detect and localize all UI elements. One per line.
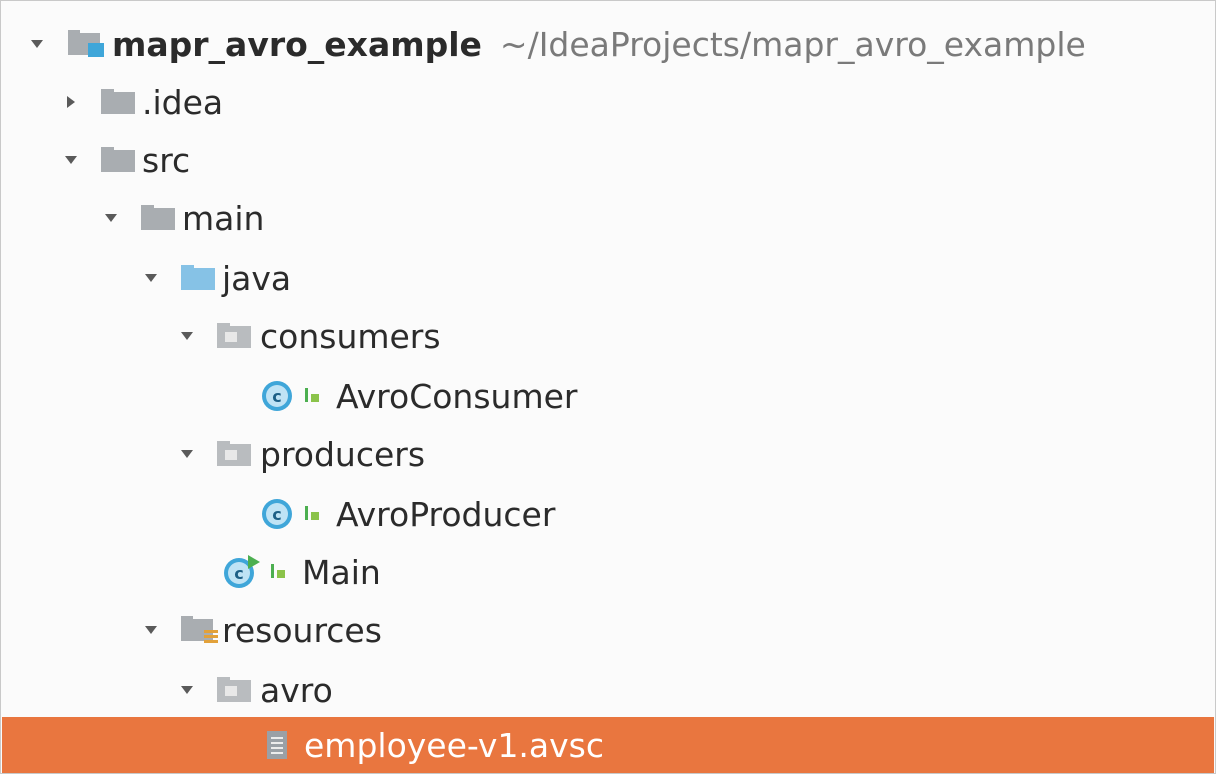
tree-item-label: consumers — [260, 316, 441, 356]
triangle-down-icon[interactable] — [176, 325, 198, 347]
runnable-class-icon: c — [222, 554, 262, 590]
tree-row-employee-avsc[interactable]: employee-v1.avsc — [2, 717, 1214, 773]
tree-item-label: employee-v1.avsc — [304, 725, 605, 765]
tree-row-producers[interactable]: producers — [2, 425, 1214, 483]
triangle-down-icon[interactable] — [140, 267, 162, 289]
source-folder-icon — [180, 263, 216, 293]
triangle-right-icon[interactable] — [60, 91, 82, 113]
svg-text:c: c — [272, 387, 281, 406]
tree-row-java[interactable]: java — [2, 249, 1214, 307]
tree-item-label: java — [222, 258, 292, 298]
triangle-down-icon[interactable] — [26, 33, 48, 55]
java-class-icon: c — [260, 379, 296, 413]
tree-row-main[interactable]: main — [2, 189, 1214, 247]
access-modifier-icon — [302, 503, 322, 525]
folder-icon — [100, 87, 136, 117]
svg-text:c: c — [234, 564, 243, 583]
text-file-icon — [264, 729, 290, 761]
java-class-icon: c — [260, 497, 296, 531]
tree-row-src[interactable]: src — [2, 131, 1214, 189]
triangle-down-icon[interactable] — [176, 443, 198, 465]
triangle-down-icon[interactable] — [176, 679, 198, 701]
tree-row-main-class[interactable]: c Main — [2, 543, 1214, 601]
access-modifier-icon — [302, 385, 322, 407]
tree-item-label: avro — [260, 670, 333, 710]
project-tree-panel: mapr_avro_example ~/IdeaProjects/mapr_av… — [0, 0, 1216, 774]
triangle-down-icon[interactable] — [100, 207, 122, 229]
tree-row-avro[interactable]: avro — [2, 661, 1214, 719]
tree-item-label: producers — [260, 434, 426, 474]
tree-item-label: src — [142, 140, 191, 180]
tree-item-label: .idea — [142, 82, 224, 122]
tree-row-project-root[interactable]: mapr_avro_example ~/IdeaProjects/mapr_av… — [2, 15, 1214, 73]
tree-item-label: AvroProducer — [336, 494, 556, 534]
triangle-down-icon[interactable] — [140, 619, 162, 641]
triangle-down-icon[interactable] — [60, 149, 82, 171]
resources-folder-icon — [180, 612, 220, 648]
tree-item-label: resources — [222, 610, 382, 650]
project-module-icon — [66, 27, 106, 61]
tree-item-label: AvroConsumer — [336, 376, 578, 416]
project-name: mapr_avro_example — [112, 24, 482, 64]
tree-item-label: main — [182, 198, 265, 238]
tree-row-resources[interactable]: resources — [2, 601, 1214, 659]
svg-text:c: c — [272, 505, 281, 524]
tree-row-idea[interactable]: .idea — [2, 73, 1214, 131]
tree-item-label: Main — [302, 552, 381, 592]
project-path: ~/IdeaProjects/mapr_avro_example — [499, 24, 1086, 64]
tree-row-avroconsumer[interactable]: c AvroConsumer — [2, 367, 1214, 425]
tree-row-consumers[interactable]: consumers — [2, 307, 1214, 365]
folder-icon — [140, 203, 176, 233]
tree-row-avroproducer[interactable]: c AvroProducer — [2, 485, 1214, 543]
package-icon — [216, 675, 254, 705]
package-icon — [216, 321, 254, 351]
access-modifier-icon — [268, 561, 288, 583]
folder-icon — [100, 145, 136, 175]
package-icon — [216, 439, 254, 469]
